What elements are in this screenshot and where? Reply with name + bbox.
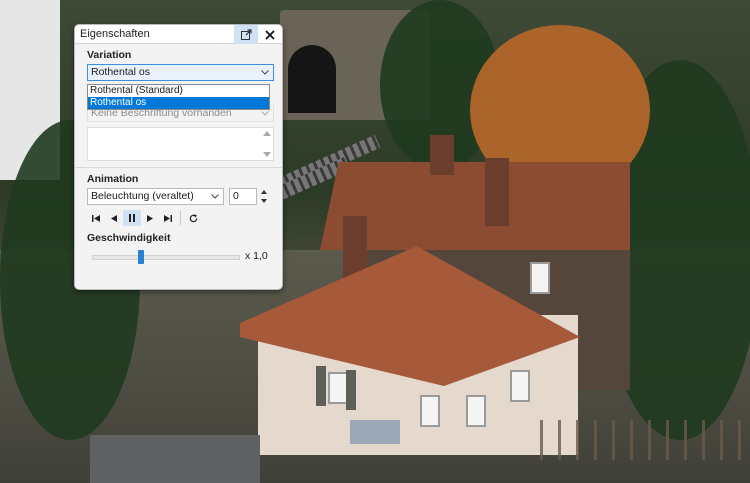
labeling-textarea[interactable] (87, 127, 274, 161)
play-button[interactable] (141, 210, 159, 226)
animation-label: Animation (87, 173, 139, 185)
speed-control: x 1,0 (87, 247, 274, 267)
animation-select[interactable]: Beleuchtung (veraltet) (87, 188, 224, 205)
animation-select-value: Beleuchtung (veraltet) (91, 190, 194, 202)
speed-label: Geschwindigkeit (87, 232, 171, 244)
popout-icon (240, 29, 252, 40)
animation-number-input[interactable]: 0 (229, 188, 257, 205)
scene-window (328, 372, 348, 404)
speed-slider-thumb[interactable] (137, 250, 144, 264)
scene-window (510, 370, 530, 402)
panel-title: Eigenschaften (80, 28, 150, 40)
spin-up-icon[interactable] (259, 188, 269, 196)
scene-chimney (485, 158, 509, 226)
controls-separator (180, 211, 181, 225)
scroll-up-icon[interactable] (263, 131, 271, 136)
refresh-icon (189, 213, 197, 222)
skip-end-icon (164, 214, 172, 222)
scene-tunnel-opening (288, 45, 336, 113)
popout-button[interactable] (234, 25, 258, 44)
panel-header: Eigenschaften (75, 25, 282, 44)
scene-window (420, 395, 440, 427)
speed-value: x 1,0 (245, 250, 268, 262)
animation-section: Animation Beleuchtung (veraltet) 0 Gesch… (75, 168, 282, 267)
close-button[interactable] (258, 25, 282, 44)
scene-bench (350, 420, 400, 444)
pause-button[interactable] (123, 210, 141, 226)
pause-icon (129, 214, 135, 222)
scene-window (530, 262, 550, 294)
textarea-scrollbar[interactable] (261, 128, 273, 160)
variation-select[interactable]: Rothental os (87, 64, 274, 81)
play-icon (147, 214, 153, 222)
scene-window (466, 395, 486, 427)
number-spinner[interactable] (259, 188, 269, 205)
skip-end-button[interactable] (159, 210, 177, 226)
step-back-icon (111, 214, 117, 222)
chevron-down-icon (210, 189, 220, 204)
scroll-down-icon[interactable] (263, 152, 271, 157)
scene-roof (90, 435, 260, 483)
scene-shutter (316, 366, 326, 406)
variation-option[interactable]: Rothental os (88, 97, 269, 109)
playback-controls (87, 210, 274, 226)
variation-select-value: Rothental os (91, 66, 150, 78)
chevron-down-icon (260, 65, 270, 80)
scene-chimney (430, 135, 454, 175)
variation-section: Variation Rothental os (75, 44, 282, 81)
properties-panel: Eigenschaften Variation Rothental os Kei… (74, 24, 283, 290)
variation-dropdown-list: Rothental (Standard) Rothental os (87, 84, 270, 110)
variation-option[interactable]: Rothental (Standard) (88, 85, 269, 97)
refresh-button[interactable] (184, 210, 202, 226)
speed-slider-track[interactable] (92, 255, 240, 260)
close-icon (265, 29, 275, 40)
scene-fence (540, 420, 750, 460)
skip-start-button[interactable] (87, 210, 105, 226)
skip-start-icon (92, 214, 100, 222)
step-back-button[interactable] (105, 210, 123, 226)
scene-shutter (346, 370, 356, 410)
variation-label: Variation (87, 49, 132, 61)
spin-down-icon[interactable] (259, 197, 269, 205)
